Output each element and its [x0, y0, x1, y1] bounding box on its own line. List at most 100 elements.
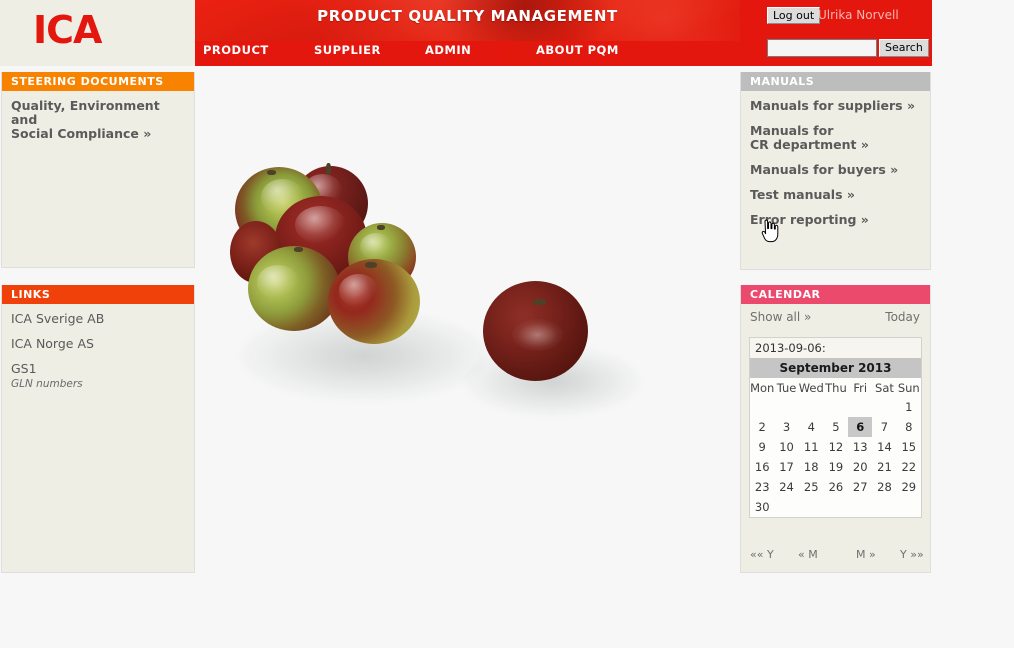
calendar-weekday-thu: Thu: [825, 381, 847, 395]
apple-gloss: [360, 232, 392, 260]
calendar-day-21[interactable]: 21: [872, 457, 896, 477]
logo-zone: ICA: [0, 0, 195, 66]
main-content: [195, 66, 740, 573]
calendar-day-empty: [824, 497, 848, 517]
ica-logo[interactable]: ICA: [33, 10, 102, 50]
calendar-month-title: September 2013: [750, 358, 921, 378]
calendar-day-13[interactable]: 13: [848, 437, 872, 457]
calendar-weekday-mon: Mon: [750, 381, 775, 395]
nav-item-product[interactable]: PRODUCT: [203, 43, 269, 57]
page-title: PRODUCT QUALITY MANAGEMENT: [317, 7, 618, 25]
calendar-day-24[interactable]: 24: [774, 477, 798, 497]
header-banner: PRODUCT QUALITY MANAGEMENT PRODUCT SUPPL…: [195, 0, 740, 66]
apple-gloss: [512, 319, 563, 351]
nav-item-supplier[interactable]: SUPPLIER: [314, 43, 381, 57]
calendar-day-23[interactable]: 23: [750, 477, 774, 497]
manuals-heading: MANUALS: [741, 72, 930, 91]
calendar-week-row: 2345678: [750, 417, 921, 437]
calendar-selected-date: 2013-09-06:: [750, 338, 921, 358]
calendar-day-25[interactable]: 25: [799, 477, 824, 497]
calendar-week-row: 9 10 11 12 13 14 15: [750, 437, 921, 457]
calendar-day-6[interactable]: 6: [848, 417, 873, 437]
apple-stem: [266, 170, 276, 175]
calendar-grid: Mon Tue Wed Thu Fri Sat Sun 1 2 3 4 5 6 7 8 9 10 1…: [750, 378, 921, 517]
apple-gloss: [295, 206, 346, 245]
apple-front-left-green: [248, 246, 340, 331]
calendar-day-7[interactable]: 7: [872, 417, 896, 437]
manuals-link-suppliers[interactable]: Manuals for suppliers »: [750, 99, 921, 113]
calendar-day-16[interactable]: 16: [750, 457, 774, 477]
calendar-day-8[interactable]: 8: [897, 417, 921, 437]
search-button[interactable]: Search: [879, 39, 929, 57]
calendar-weekday-fri: Fri: [853, 381, 868, 395]
nav-item-about-pqm[interactable]: ABOUT PQM: [536, 43, 619, 57]
manuals-body: Manuals for suppliers » Manuals for CR de…: [741, 91, 930, 227]
calendar-day-10[interactable]: 10: [774, 437, 798, 457]
calendar-show-all-link[interactable]: Show all »: [750, 310, 811, 324]
calendar-day-30[interactable]: 30: [750, 497, 774, 517]
calendar-box: 2013-09-06: September 2013 Mon Tue Wed T…: [749, 337, 922, 518]
nav-item-admin[interactable]: ADMIN: [425, 43, 471, 57]
apple-front-center-bicolor: [328, 259, 420, 344]
link-gs1-subtitle: GLN numbers: [11, 378, 83, 390]
apple-stem: [364, 262, 377, 268]
apple-stem: [533, 299, 547, 305]
calendar-day-18[interactable]: 18: [799, 457, 824, 477]
calendar-day-27[interactable]: 27: [848, 477, 872, 497]
main-navigation: PRODUCT SUPPLIER ADMIN ABOUT PQM: [195, 43, 740, 63]
link-ica-norge-as[interactable]: ICA Norge AS: [11, 337, 185, 351]
calendar-weekday-row: Mon Tue Wed Thu Fri Sat Sun: [750, 378, 921, 397]
calendar-prev-year-link[interactable]: «« Y: [750, 548, 774, 561]
manuals-link-error-reporting[interactable]: Error reporting »: [750, 213, 921, 227]
calendar-prev-month-link[interactable]: « M: [798, 548, 818, 561]
apple-stem: [294, 247, 303, 252]
manuals-link-test-manuals[interactable]: Test manuals »: [750, 188, 921, 202]
calendar-day-29[interactable]: 29: [897, 477, 921, 497]
calendar-next-month-link[interactable]: M »: [856, 548, 876, 561]
calendar-day-2[interactable]: 2: [750, 417, 774, 437]
calendar-day-20[interactable]: 20: [848, 457, 872, 477]
calendar-day-4[interactable]: 4: [799, 417, 824, 437]
calendar-today-link[interactable]: Today: [885, 310, 920, 324]
steering-documents-panel: STEERING DOCUMENTS Quality, Environment …: [1, 72, 195, 268]
user-name-label: Ulrika Norvell: [818, 8, 899, 22]
calendar-day-12[interactable]: 12: [824, 437, 848, 457]
calendar-day-22[interactable]: 22: [897, 457, 921, 477]
calendar-day-15[interactable]: 15: [897, 437, 921, 457]
calendar-heading: CALENDAR: [741, 285, 930, 304]
manuals-link-buyers[interactable]: Manuals for buyers »: [750, 163, 921, 177]
calendar-day-3[interactable]: 3: [774, 417, 798, 437]
calendar-day-5[interactable]: 5: [824, 417, 848, 437]
calendar-day-empty: [774, 397, 798, 417]
calendar-day-rows: 1 2 3 4 5 6 7 8 9 10 11 12 13 14 15 16 17 18 19 20 21 22 23 24 2…: [750, 397, 921, 517]
calendar-day-empty: [799, 497, 824, 517]
calendar-day-empty: [872, 497, 896, 517]
calendar-week-row: 1: [750, 397, 921, 417]
search-input[interactable]: [767, 39, 877, 57]
calendar-day-9[interactable]: 9: [750, 437, 774, 457]
links-heading: LINKS: [2, 285, 194, 304]
link-gs1[interactable]: GS1: [11, 362, 185, 376]
calendar-day-14[interactable]: 14: [872, 437, 896, 457]
calendar-next-year-link[interactable]: Y »»: [900, 548, 924, 561]
calendar-day-28[interactable]: 28: [872, 477, 896, 497]
apple-gloss: [339, 274, 378, 307]
calendar-day-1[interactable]: 1: [897, 397, 921, 417]
calendar-day-empty: [750, 397, 774, 417]
calendar-week-row: 23 24 25 26 27 28 29: [750, 477, 921, 497]
calendar-weekday-sun: Sun: [897, 381, 920, 395]
calendar-panel: CALENDAR Show all » Today 2013-09-06: Se…: [740, 285, 931, 573]
steering-link-quality-environment-social-compliance[interactable]: Quality, Environment and Social Complianc…: [11, 99, 185, 141]
calendar-day-11[interactable]: 11: [799, 437, 824, 457]
calendar-day-26[interactable]: 26: [824, 477, 848, 497]
calendar-day-19[interactable]: 19: [824, 457, 848, 477]
link-ica-sverige-ab[interactable]: ICA Sverige AB: [11, 312, 185, 326]
manuals-panel: MANUALS Manuals for suppliers » Manuals …: [740, 72, 931, 270]
logout-button[interactable]: Log out: [767, 7, 821, 24]
calendar-weekday-sat: Sat: [875, 381, 894, 395]
calendar-day-empty: [824, 397, 848, 417]
calendar-day-17[interactable]: 17: [774, 457, 798, 477]
apples-photograph: [230, 161, 650, 416]
manuals-link-cr-department[interactable]: Manuals for CR department »: [750, 124, 921, 152]
links-body: ICA Sverige AB ICA Norge AS GS1 GLN numb…: [2, 304, 194, 391]
